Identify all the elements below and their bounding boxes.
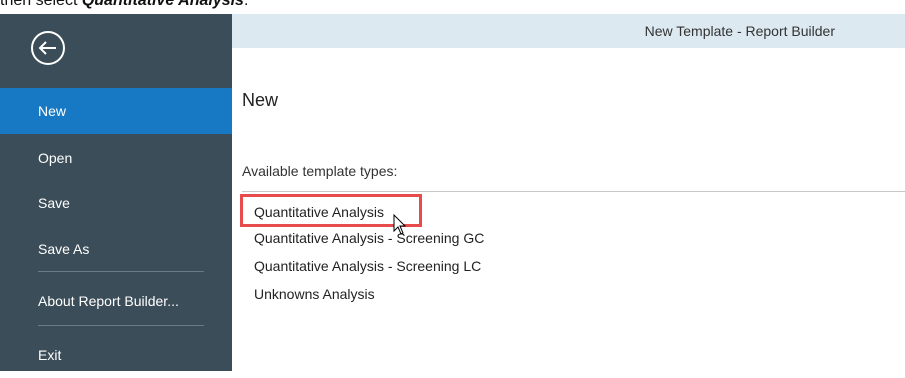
nav-item-new[interactable]: New	[0, 88, 232, 134]
section-divider	[242, 191, 905, 192]
page-title: New	[242, 90, 279, 110]
nav-item-label: Save	[38, 195, 70, 211]
nav-divider	[38, 325, 204, 326]
instruction-prefix: then select	[0, 0, 82, 9]
nav-item-about[interactable]: About Report Builder...	[0, 278, 232, 324]
template-item-screening-lc[interactable]: Quantitative Analysis - Screening LC	[254, 255, 484, 277]
nav-item-save[interactable]: Save	[0, 180, 232, 226]
nav-item-open[interactable]: Open	[0, 135, 232, 181]
template-item-screening-gc[interactable]: Quantitative Analysis - Screening GC	[254, 227, 484, 249]
section-label: Available template types:	[242, 163, 398, 179]
window-titlebar: New Template - Report Builder	[232, 14, 905, 48]
template-item-unknowns-analysis[interactable]: Unknowns Analysis	[254, 283, 484, 305]
instruction-suffix: .	[243, 0, 249, 9]
nav-item-label: Save As	[38, 241, 90, 257]
instruction-text: then select Quantitative Analysis.	[0, 0, 248, 11]
nav-item-label: Open	[38, 150, 73, 166]
nav-divider	[38, 271, 204, 272]
back-button[interactable]	[30, 30, 66, 66]
window-title: New Template - Report Builder	[644, 23, 835, 39]
nav-item-exit[interactable]: Exit	[0, 332, 232, 378]
mouse-pointer-icon	[393, 214, 407, 235]
nav-item-label: About Report Builder...	[38, 293, 179, 309]
nav-item-label: Exit	[38, 347, 62, 363]
nav-item-save-as[interactable]: Save As	[0, 226, 232, 272]
instruction-emphasis: Quantitative Analysis	[81, 0, 244, 9]
backstage-sidebar: New Open Save Save As About Report Build…	[0, 14, 232, 371]
nav-item-label: New	[38, 103, 67, 119]
back-arrow-circle-icon	[31, 31, 65, 65]
